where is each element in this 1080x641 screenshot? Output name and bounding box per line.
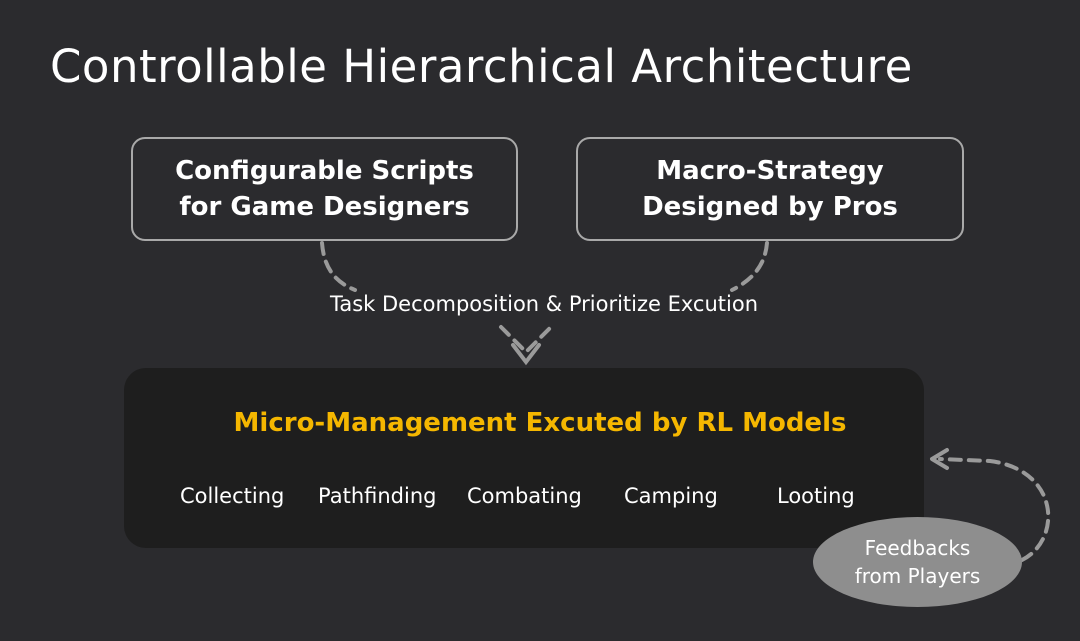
feedback-ellipse: Feedbacks from Players xyxy=(813,517,1022,607)
left-dashed-arrow xyxy=(320,241,357,292)
down-chevron-icon xyxy=(499,325,553,355)
right-dashed-arrow xyxy=(730,241,769,292)
feedback-line-1: Feedbacks xyxy=(864,536,971,560)
micro-management-panel xyxy=(124,368,924,548)
task-looting: Looting xyxy=(777,484,855,508)
task-combating: Combating xyxy=(467,484,582,508)
feedback-line-2: from Players xyxy=(854,564,981,588)
task-collecting: Collecting xyxy=(180,484,285,508)
task-decomposition-label: Task Decomposition & Prioritize Excution xyxy=(328,292,761,316)
micro-management-title: Micro-Management Excuted by RL Models xyxy=(233,408,847,438)
task-camping: Camping xyxy=(624,484,718,508)
task-pathfinding: Pathfinding xyxy=(318,484,437,508)
